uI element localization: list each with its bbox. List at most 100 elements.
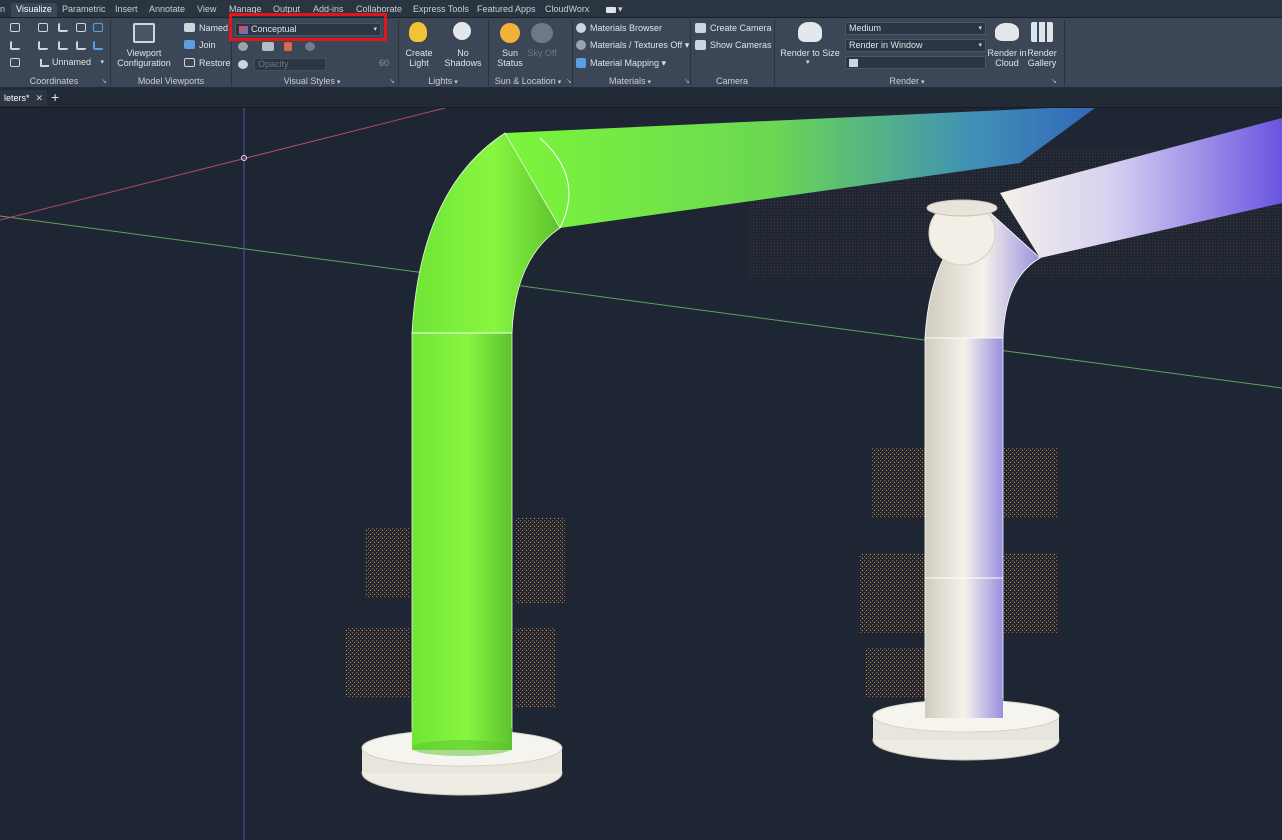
ucs-view-icon[interactable]: [76, 23, 86, 32]
viewport-configuration-icon[interactable]: [133, 23, 155, 43]
ribbon-tab-bar: n Visualize Parametric Insert Annotate V…: [0, 0, 1282, 18]
create-camera-icon[interactable]: [695, 23, 706, 33]
panel-launcher-icon[interactable]: ↘: [684, 77, 690, 85]
ucs-origin-icon[interactable]: [58, 23, 68, 32]
sky-off-button[interactable]: Sky Off: [526, 48, 558, 58]
tab-partial[interactable]: n: [0, 3, 6, 17]
chevron-down-icon: ▾: [978, 42, 982, 49]
materials-browser-icon[interactable]: [576, 23, 586, 33]
ucs-x-icon[interactable]: [38, 41, 48, 50]
restore-viewports-button[interactable]: Restore: [199, 58, 231, 68]
model-viewports-panel-title[interactable]: Model Viewports: [112, 75, 230, 87]
render-output-icon: [849, 58, 858, 67]
render-to-size-button[interactable]: Render to Size: [780, 48, 840, 58]
render-output-path-field[interactable]: [845, 56, 986, 69]
coordinates-panel-title[interactable]: Coordinates: [0, 75, 108, 87]
tab-insert[interactable]: Insert: [115, 3, 138, 17]
white-pipe-vertical: [924, 337, 1004, 719]
edge-effects-icon[interactable]: [262, 42, 274, 51]
ucs-named-icon: [40, 58, 49, 67]
visual-styles-panel-title[interactable]: Visual Styles ▾: [232, 75, 392, 87]
camera-panel-title[interactable]: Camera: [691, 75, 773, 87]
sky-icon[interactable]: [531, 23, 553, 43]
shadow-style-icon[interactable]: [305, 42, 315, 51]
viewport-configuration-button[interactable]: Viewport Configuration: [116, 48, 172, 68]
tab-annotate[interactable]: Annotate: [149, 3, 185, 17]
file-tab-strip: leters* ✕ +: [0, 88, 1282, 108]
render-quality-dropdown[interactable]: Medium ▾: [845, 22, 986, 35]
tab-express-tools[interactable]: Express Tools: [413, 3, 469, 17]
render-gallery-icon[interactable]: [1031, 22, 1053, 42]
tab-parametric[interactable]: Parametric: [62, 3, 106, 17]
new-tab-plus-icon[interactable]: +: [51, 89, 59, 105]
materials-textures-toggle[interactable]: Materials / Textures Off ▾: [590, 40, 689, 51]
materials-panel-title[interactable]: Materials ▾: [573, 75, 687, 87]
sun-location-panel-title[interactable]: Sun & Location ▾: [488, 75, 568, 87]
visual-style-highlight-box: [229, 13, 387, 41]
ucs-face-icon[interactable]: [10, 41, 20, 50]
render-target-dropdown[interactable]: Render in Window ▾: [845, 39, 986, 52]
sun-status-button[interactable]: Sun Status: [492, 48, 528, 68]
tab-cloudworx[interactable]: CloudWorx: [545, 3, 589, 17]
named-viewports-icon[interactable]: [184, 23, 195, 32]
ucs-named-dropdown[interactable]: Unnamed ▾: [37, 57, 107, 70]
material-mapping-button[interactable]: Material Mapping ▾: [590, 58, 666, 69]
light-bulb-icon[interactable]: [409, 22, 427, 42]
ucs-object-icon[interactable]: [93, 23, 103, 32]
chevron-down-icon[interactable]: ▾: [806, 58, 810, 66]
chevron-down-icon: ▾: [647, 79, 652, 86]
ribbon: Unnamed ▾ Coordinates ↘ Viewport Configu…: [0, 13, 1282, 88]
close-icon[interactable]: ✕: [36, 93, 44, 103]
render-panel-title[interactable]: Render ▾: [775, 75, 1039, 87]
show-cameras-icon[interactable]: [695, 40, 706, 50]
opacity-field[interactable]: Opacity: [254, 58, 326, 71]
opacity-icon[interactable]: [238, 60, 248, 69]
no-shadows-icon[interactable]: [453, 22, 471, 40]
lights-panel-title[interactable]: Lights ▾: [400, 75, 486, 87]
chevron-down-icon: ▾: [336, 79, 341, 86]
sun-icon[interactable]: [500, 23, 520, 43]
render-cloud-icon[interactable]: [995, 23, 1019, 41]
material-mapping-icon[interactable]: [576, 58, 586, 68]
create-camera-button[interactable]: Create Camera: [710, 23, 772, 33]
tab-view[interactable]: View: [197, 3, 216, 17]
teapot-render-icon[interactable]: [798, 22, 822, 42]
panel-separator: [1064, 20, 1065, 86]
join-viewports-icon[interactable]: [184, 40, 195, 49]
ucs-y-icon[interactable]: [58, 41, 68, 50]
chevron-down-icon: ▾: [978, 25, 982, 32]
restore-viewports-icon[interactable]: [184, 58, 195, 67]
ucs-icon-properties[interactable]: [10, 58, 20, 67]
materials-browser-button[interactable]: Materials Browser: [590, 23, 662, 33]
chevron-down-icon: ▾: [557, 79, 562, 86]
render-in-cloud-button[interactable]: Render in Cloud: [985, 48, 1029, 68]
face-style-icon[interactable]: [284, 42, 292, 51]
chevron-down-icon: ▾: [921, 79, 925, 86]
file-tab-drawing[interactable]: leters* ✕: [0, 90, 48, 106]
no-shadows-button[interactable]: No Shadows: [442, 48, 484, 68]
model-scene: [0, 108, 1282, 840]
ucs-zaxis-icon[interactable]: [93, 41, 103, 50]
panel-launcher-icon[interactable]: ↘: [1051, 77, 1057, 85]
ribbon-toggle-icon[interactable]: ▾: [606, 3, 623, 17]
x-ray-icon[interactable]: [238, 42, 248, 51]
ucs-icon[interactable]: [10, 23, 20, 32]
join-viewports-button[interactable]: Join: [199, 40, 216, 50]
show-cameras-button[interactable]: Show Cameras: [710, 40, 772, 50]
drawing-viewport[interactable]: [0, 108, 1282, 840]
named-viewports-button[interactable]: Named: [199, 23, 228, 33]
ucs-world-icon[interactable]: [38, 23, 48, 32]
chevron-down-icon: ▾: [100, 59, 104, 66]
panel-launcher-icon[interactable]: ↘: [389, 77, 395, 85]
tab-featured-apps[interactable]: Featured Apps: [477, 3, 536, 17]
tab-visualize[interactable]: Visualize: [11, 3, 57, 17]
create-light-button[interactable]: Create Light: [402, 48, 436, 68]
green-pipe-vertical: [411, 332, 513, 749]
panel-launcher-icon[interactable]: ↘: [101, 77, 107, 85]
render-gallery-button[interactable]: Render Gallery: [1024, 48, 1060, 68]
materials-textures-icon[interactable]: [576, 40, 586, 50]
panel-separator: [110, 20, 111, 86]
opacity-value[interactable]: 60: [330, 58, 392, 71]
ucs-z-icon[interactable]: [76, 41, 86, 50]
panel-launcher-icon[interactable]: ↘: [566, 77, 572, 85]
